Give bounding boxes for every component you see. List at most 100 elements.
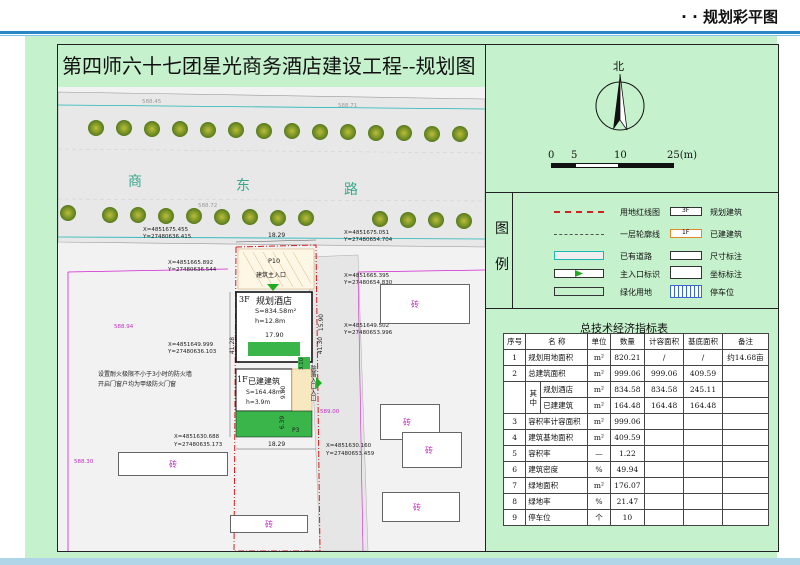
- coord-label: X=4851630.160: [326, 443, 372, 449]
- legend-coord-symbol: [670, 266, 702, 279]
- tree-icon: [102, 207, 118, 223]
- main-entrance-label: 建筑主入口: [256, 272, 287, 279]
- existing-height: h=3.9m: [246, 399, 271, 406]
- table-cell: 规划酒店: [540, 381, 589, 398]
- p3-label: P3: [292, 427, 300, 434]
- property-line-east: [357, 269, 485, 273]
- bottom-bar: [0, 558, 800, 565]
- table-cell: m²: [587, 349, 611, 366]
- side-dim-2: 41.30: [317, 336, 325, 355]
- indicator-table: 序号 名 称 单位 数量 计容面积 基底面积 备注 1 规划用地面积 m² 820.2…: [502, 333, 770, 526]
- table-cell: 409.59: [683, 365, 723, 382]
- level-mark: 588.45: [142, 99, 162, 105]
- legend-top-line: [485, 192, 778, 193]
- table-cell: 999.06: [609, 413, 646, 430]
- compass-icon: [595, 73, 645, 131]
- table-cell: [683, 413, 723, 430]
- table-row: 1 规划用地面积 m² 820.21// 约14.68亩: [502, 349, 770, 366]
- scale-label: 25(m): [667, 150, 698, 161]
- hotel-depth-dim: 15.90: [318, 313, 326, 332]
- table-cell: 绿地率: [525, 493, 589, 510]
- tree-icon: [130, 207, 146, 223]
- table-cell: [683, 429, 723, 446]
- legend-item-label: 主入口标识: [620, 270, 660, 279]
- road-name-char: 东: [236, 178, 250, 194]
- table-cell: [644, 429, 685, 446]
- coord-label: Y=27480636.415: [143, 234, 192, 240]
- tree-icon: [284, 123, 300, 139]
- table-cell: 3: [502, 413, 527, 430]
- tree-icon: [372, 211, 388, 227]
- legend-item-label: 停车位: [710, 288, 734, 297]
- fire-note-line: 设置耐火极限不小于3小时的防火墙: [98, 371, 192, 378]
- table-cell: 409.59: [609, 429, 646, 446]
- scale-label: 0: [548, 150, 555, 161]
- existing-floors: 1F: [237, 375, 248, 384]
- table-cell: [721, 509, 770, 526]
- existing-dim-2: 6.39: [279, 415, 287, 430]
- legend-label-divider: [512, 192, 513, 308]
- tree-icon: [270, 210, 286, 226]
- tree-icon: [298, 210, 314, 226]
- legend-parking-symbol: [670, 285, 702, 298]
- table-cell: 建筑基地面积: [525, 429, 589, 446]
- table-cell: 834.58: [644, 381, 685, 398]
- table-row: 6 建筑密度% 49.94: [502, 461, 770, 478]
- tree-icon: [400, 212, 416, 228]
- top-bar: · · 规划彩平图: [0, 0, 800, 34]
- col-header: 单位: [587, 333, 611, 350]
- legend-item-label: 坐标标注: [710, 270, 742, 279]
- table-cell: [683, 477, 723, 494]
- table-cell: 个: [587, 509, 611, 526]
- table-cell: m²: [587, 381, 611, 398]
- hotel-floors: 3F: [239, 295, 250, 304]
- table-cell: 绿地面积: [525, 477, 589, 494]
- site-map: 商 东 路 588.45 588.71 588.72 588.94 589.00…: [58, 87, 485, 551]
- legend-existing-symbol: 1F: [670, 229, 702, 238]
- side-dim: 41.28: [229, 336, 237, 355]
- table-row: 5 容积率 —1.22: [502, 445, 770, 462]
- tree-icon: [172, 121, 188, 137]
- table-cell: m²: [587, 429, 611, 446]
- hotel-green-strip: [248, 342, 300, 356]
- neighbor-building: 砖: [402, 432, 462, 468]
- table-row: 已建建筑 m² 164.48 164.48 164.48: [504, 397, 770, 414]
- coord-label: Y=27480636.103: [168, 349, 217, 355]
- col-header: 基底面积: [683, 333, 723, 350]
- table-cell: m²: [587, 477, 611, 494]
- table-cell: [502, 381, 527, 414]
- table-cell: [721, 445, 770, 462]
- tree-icon: [88, 120, 104, 136]
- table-cell: 停车位: [525, 509, 589, 526]
- scale-label: 10: [614, 150, 627, 161]
- table-header-row: 序号 名 称 单位 数量 计容面积 基底面积 备注: [502, 333, 770, 350]
- table-row: 9 停车位个 10: [502, 509, 770, 526]
- table-cell: 5: [502, 445, 527, 462]
- table-cell: 7: [502, 477, 527, 494]
- col-header: 数量: [609, 333, 646, 350]
- tree-icon: [60, 205, 76, 221]
- tree-icon: [396, 125, 412, 141]
- table-cell: [721, 493, 770, 510]
- level-mark: 588.72: [198, 203, 218, 209]
- coord-label: X=4851630.688: [174, 434, 220, 440]
- dim-bottom-label: 18.29: [268, 441, 286, 448]
- table-cell: 834.58: [609, 381, 646, 398]
- table-cell: [644, 445, 685, 462]
- table-cell: 999.06: [609, 365, 646, 382]
- coord-label: X=4851675.455: [143, 227, 189, 233]
- table-cell: 1: [502, 349, 527, 366]
- fire-note-line: 开启门窗户均为甲级防火门窗: [98, 381, 177, 388]
- col-header: 备注: [721, 333, 770, 350]
- table-cell: 164.48: [644, 397, 685, 414]
- table-row: 4 建筑基地面积 m² 409.59: [502, 429, 770, 446]
- existing-area: S=164.48m²: [246, 389, 285, 396]
- sub-label: 其中: [525, 381, 542, 414]
- tree-icon: [116, 120, 132, 136]
- table-cell: [721, 429, 770, 446]
- table-cell: [721, 461, 770, 478]
- level-mark: 588.71: [338, 103, 358, 109]
- tree-icon: [186, 208, 202, 224]
- table-cell: [721, 397, 770, 414]
- table-cell: 4: [502, 429, 527, 446]
